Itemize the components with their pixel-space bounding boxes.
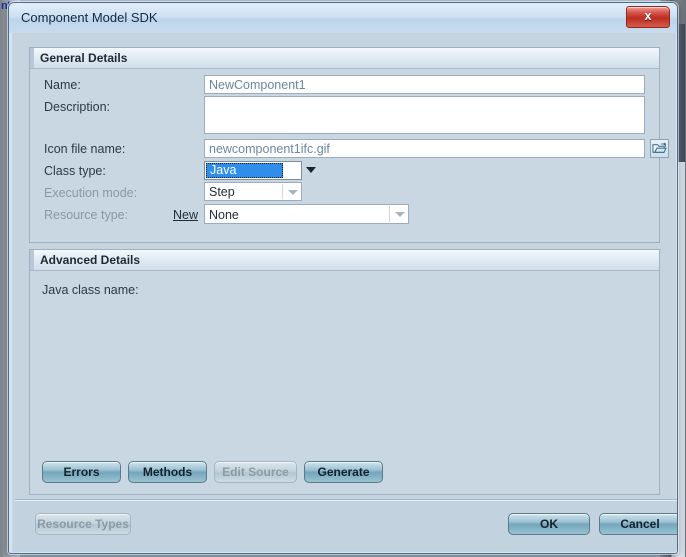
execution-mode-chevron-down-icon [288,189,298,195]
java-class-name-label: Java class name: [42,283,139,297]
class-type-chevron-down-icon[interactable] [306,167,316,173]
footer-divider [15,500,677,501]
methods-button[interactable]: Methods [128,461,207,483]
header-accent-bar [30,48,34,68]
advanced-details-panel: Advanced Details Java class name: Errors… [29,249,660,495]
edit-source-button: Edit Source [214,461,297,483]
header-accent-bar [30,250,34,270]
ok-button[interactable]: OK [508,513,590,535]
resource-type-value: None [209,208,239,222]
class-type-value-text: Java [210,163,237,177]
general-details-panel: General Details Name: Description: Icon … [29,47,669,243]
execution-mode-divider [282,184,283,199]
dialog-content: General Details Name: Description: Icon … [12,33,677,552]
cancel-button[interactable]: Cancel [599,513,677,535]
general-details-title: General Details [40,51,128,65]
icon-file-name-label: Icon file name: [44,142,126,156]
resource-type-divider [389,206,390,222]
resource-types-button: Resource Types [35,513,131,535]
icon-file-name-input[interactable] [204,139,645,158]
description-label: Description: [44,100,110,114]
name-input[interactable] [204,75,645,94]
generate-button[interactable]: Generate [304,461,383,483]
advanced-details-header: Advanced Details [30,250,659,271]
name-label: Name: [44,78,81,92]
close-button[interactable]: x [626,6,670,28]
execution-mode-combo[interactable]: Step [204,182,302,201]
execution-mode-label: Execution mode: [44,186,138,200]
new-resource-type-link[interactable]: New [173,208,198,222]
description-input[interactable] [204,96,645,134]
resource-type-combo[interactable]: None [204,204,409,224]
resource-type-chevron-down-icon [395,212,405,217]
general-details-header: General Details [30,48,659,69]
advanced-details-title: Advanced Details [40,253,141,267]
window-title: Component Model SDK [21,10,158,25]
close-icon: x [644,8,652,23]
resource-type-label: Resource type: [44,208,129,222]
class-type-label: Class type: [44,164,106,178]
class-type-combo[interactable]: Java [204,161,302,180]
browse-folder-button[interactable] [650,139,669,158]
class-type-selected-value: Java [206,163,283,178]
dialog-footer: Resource Types OK Cancel [15,499,677,550]
errors-button[interactable]: Errors [42,461,121,483]
component-model-sdk-dialog: Component Model SDK x General Details Na… [8,2,678,554]
execution-mode-value: Step [209,185,235,199]
folder-open-icon [652,142,667,153]
title-bar[interactable]: Component Model SDK x [9,3,677,33]
